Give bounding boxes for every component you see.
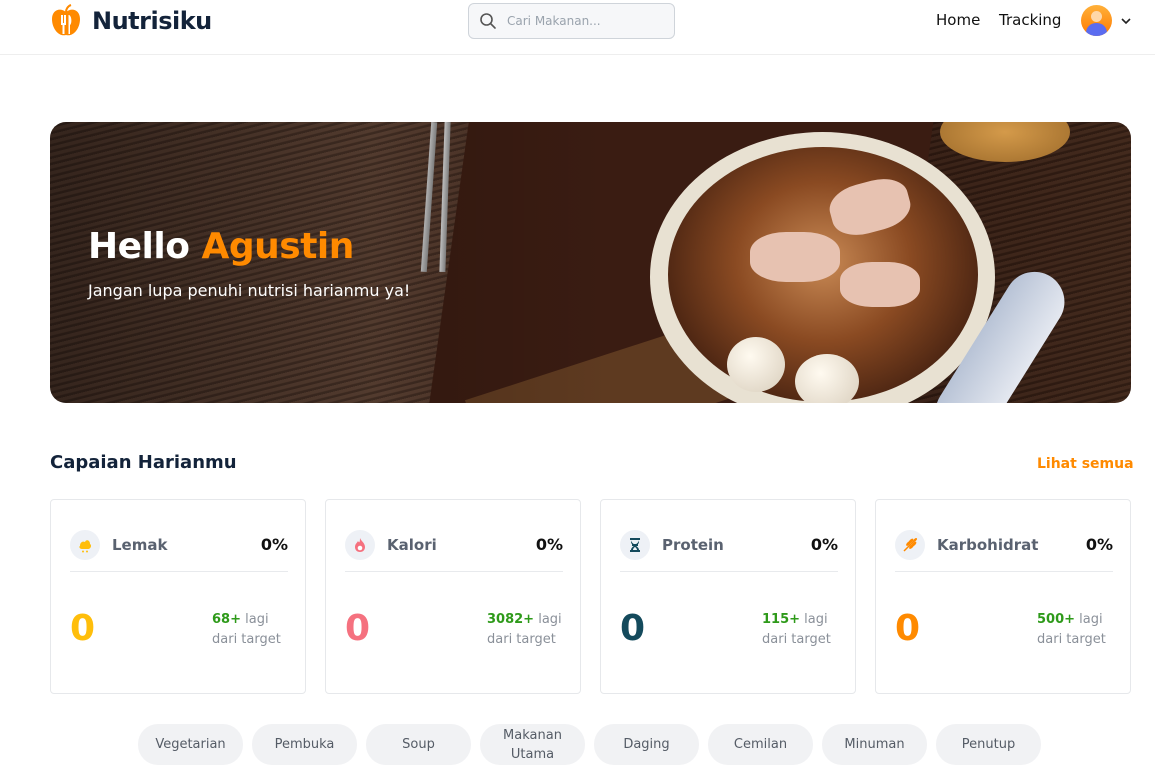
category-cemilan[interactable]: Cemilan [708,724,813,765]
chevron-down-icon [1121,17,1131,24]
search-icon [480,13,496,29]
search-box [468,3,675,39]
card-percent: 0% [535,535,563,554]
card-percent: 0% [1085,535,1113,554]
card-value: 0 [620,608,646,649]
card-label: Kalori [387,536,437,554]
card-label: Lemak [112,536,168,554]
card-value: 0 [345,608,371,649]
category-makanan-utama[interactable]: Makanan Utama [480,724,585,765]
profile-menu[interactable] [1081,5,1132,36]
card-value: 0 [895,608,921,649]
hero-greeting: Hello Agustin [88,226,354,267]
search-input[interactable] [507,14,657,28]
user-name: Agustin [201,226,355,267]
card-remaining: 3082+ lagi dari target [487,612,562,647]
nutrient-card-karbohidrat[interactable]: Karbohidrat 0% 0 500+ lagi dari target [875,499,1131,694]
category-vegetarian[interactable]: Vegetarian [138,724,243,765]
category-soup[interactable]: Soup [366,724,471,765]
wheat-icon [895,530,925,560]
card-remaining: 500+ lagi dari target [1037,612,1106,647]
card-label: Karbohidrat [937,536,1039,554]
hero-banner: Hello Agustin Jangan lupa penuhi nutrisi… [50,122,1131,403]
avatar [1081,5,1112,36]
card-percent: 0% [810,535,838,554]
card-remaining: 115+ lagi dari target [762,612,831,647]
nutrient-card-kalori[interactable]: Kalori 0% 0 3082+ lagi dari target [325,499,581,694]
category-pembuka[interactable]: Pembuka [252,724,357,765]
category-penutup[interactable]: Penutup [936,724,1041,765]
nav-home-link[interactable]: Home [936,11,980,29]
navbar: Nutrisiku Home Tracking [0,0,1155,55]
card-label: Protein [662,536,724,554]
fat-icon [70,530,100,560]
nav-tracking-link[interactable]: Tracking [999,11,1061,29]
nutrient-card-protein[interactable]: Protein 0% 0 115+ lagi dari target [600,499,856,694]
section-title: Capaian Harianmu [50,452,237,473]
fire-icon [345,530,375,560]
apple-fork-logo-icon [52,4,80,36]
card-percent: 0% [260,535,288,554]
see-all-link[interactable]: Lihat semua [1037,456,1134,472]
card-remaining: 68+ lagi dari target [212,612,281,647]
brand[interactable]: Nutrisiku [50,3,212,39]
card-value: 0 [70,608,96,649]
dna-icon [620,530,650,560]
category-minuman[interactable]: Minuman [822,724,927,765]
category-list: Vegetarian Pembuka Soup Makanan Utama Da… [138,724,1041,765]
category-daging[interactable]: Daging [594,724,699,765]
brand-name: Nutrisiku [92,7,212,35]
hero-subtitle: Jangan lupa penuhi nutrisi harianmu ya! [88,281,411,300]
nutrient-card-lemak[interactable]: Lemak 0% 0 68+ lagi dari target [50,499,306,694]
greeting-text: Hello [88,226,190,267]
